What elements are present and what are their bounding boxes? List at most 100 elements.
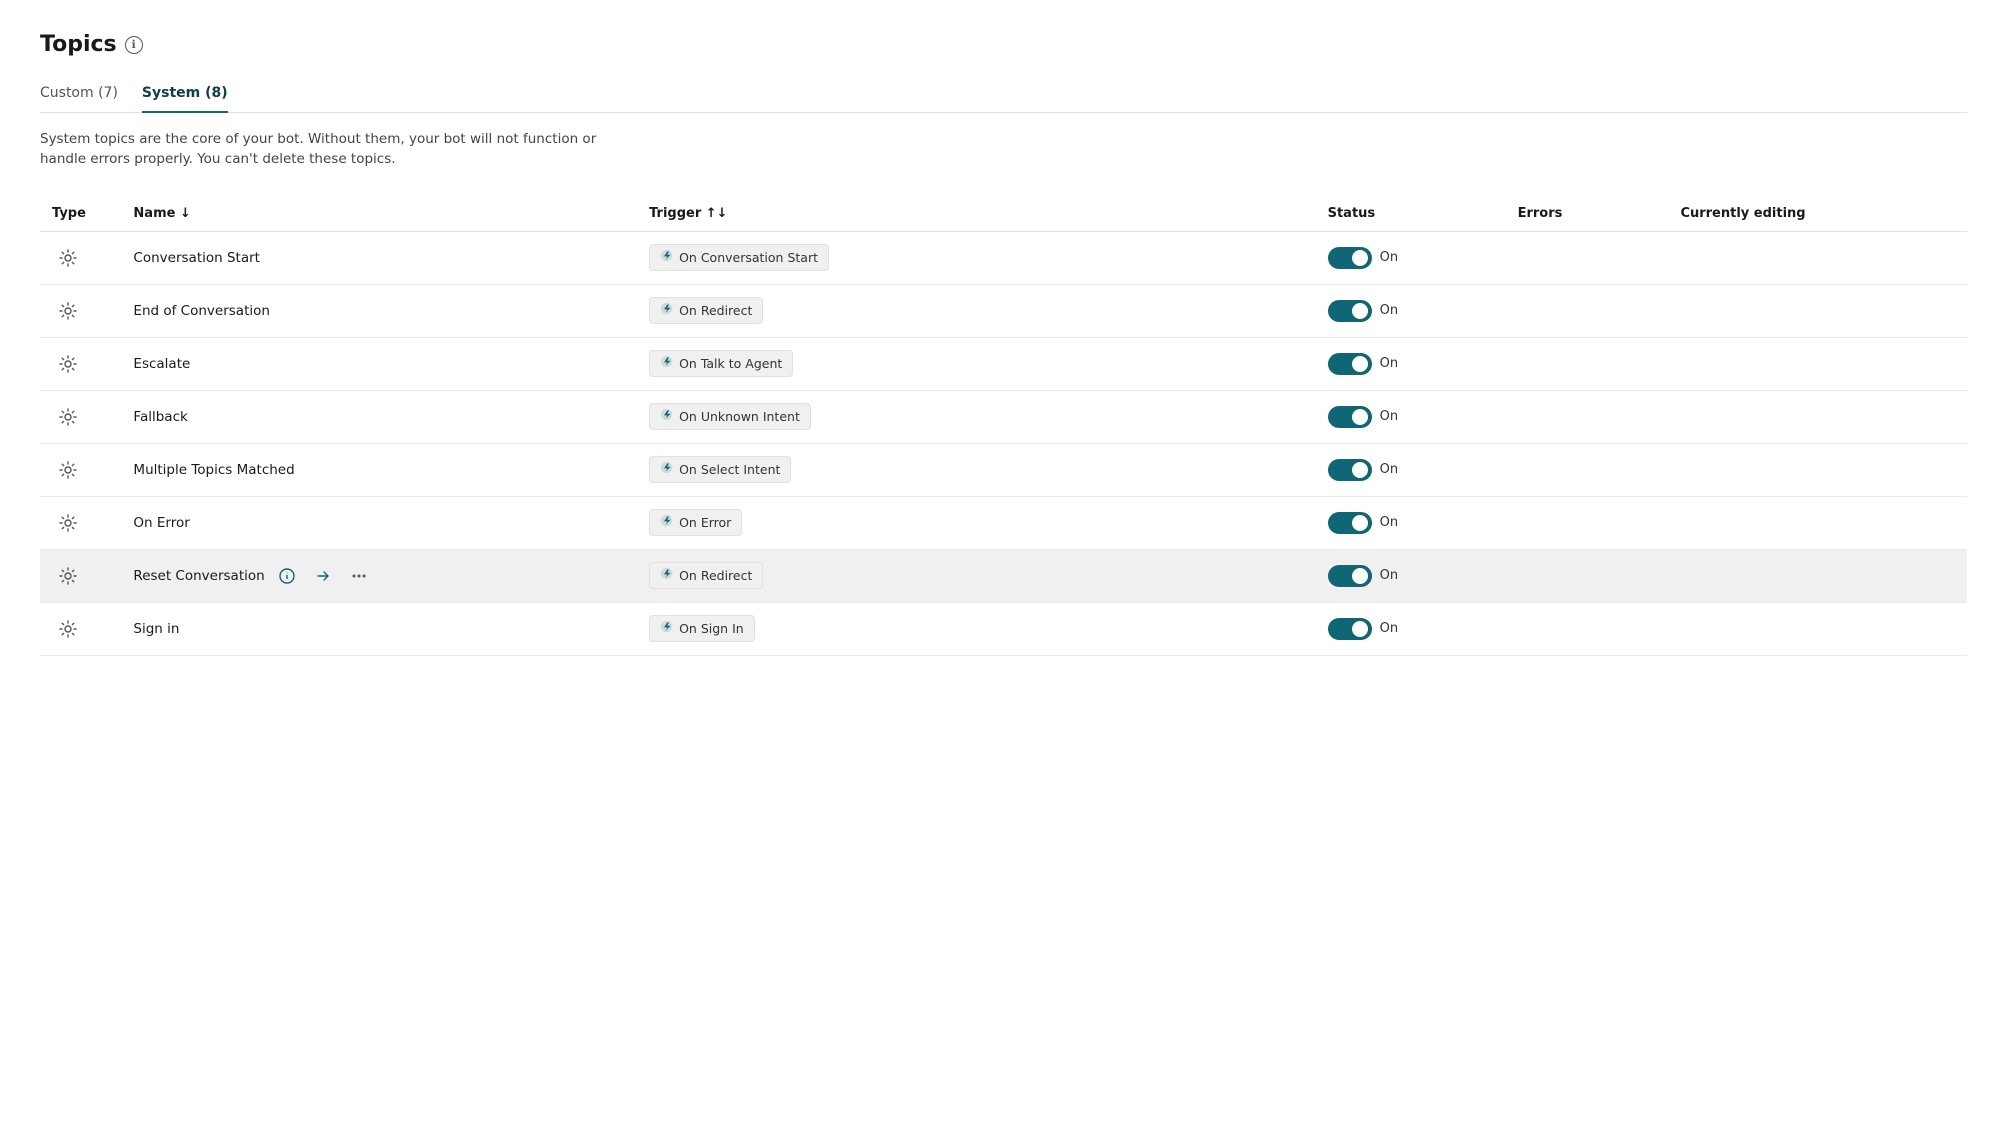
row-type-cell	[40, 231, 121, 284]
table-row[interactable]: Conversation Start On Conversation Start…	[40, 231, 1967, 284]
row-editing-cell	[1668, 443, 1967, 496]
row-type-cell	[40, 602, 121, 655]
toggle-wrapper: On	[1328, 618, 1494, 640]
status-toggle[interactable]	[1328, 459, 1372, 481]
row-name-cell: Reset Conversation	[121, 549, 637, 602]
row-trigger-cell: On Sign In	[637, 602, 1316, 655]
row-status-cell: On	[1316, 496, 1506, 549]
row-type-cell	[40, 443, 121, 496]
row-type-cell	[40, 337, 121, 390]
table-row[interactable]: Sign in On Sign In On	[40, 602, 1967, 655]
trigger-label: On Talk to Agent	[679, 356, 782, 371]
row-actions	[273, 562, 373, 590]
trigger-label: On Redirect	[679, 568, 752, 583]
topic-type-icon	[52, 295, 84, 327]
topic-type-icon	[52, 507, 84, 539]
tab-system[interactable]: System (8)	[142, 77, 228, 113]
trigger-badge: On Conversation Start	[649, 244, 829, 271]
row-errors-cell	[1506, 337, 1669, 390]
row-type-cell	[40, 549, 121, 602]
status-toggle[interactable]	[1328, 618, 1372, 640]
trigger-label: On Error	[679, 515, 731, 530]
row-info-button[interactable]	[273, 562, 301, 590]
topic-name: Fallback	[133, 409, 187, 425]
col-header-trigger[interactable]: Trigger ↑↓	[637, 198, 1316, 232]
topic-type-icon	[52, 454, 84, 486]
status-label: On	[1380, 409, 1398, 424]
topic-name: Sign in	[133, 621, 179, 637]
trigger-badge: On Redirect	[649, 297, 763, 324]
table-body: Conversation Start On Conversation Start…	[40, 231, 1967, 655]
table-row[interactable]: Multiple Topics Matched On Select Intent…	[40, 443, 1967, 496]
table-row[interactable]: End of Conversation On Redirect On	[40, 284, 1967, 337]
trigger-badge-icon	[660, 249, 673, 266]
status-toggle[interactable]	[1328, 512, 1372, 534]
toggle-wrapper: On	[1328, 247, 1494, 269]
toggle-wrapper: On	[1328, 512, 1494, 534]
trigger-badge-icon	[660, 514, 673, 531]
status-toggle[interactable]	[1328, 406, 1372, 428]
page-title: Topics	[40, 32, 117, 57]
row-name-cell: On Error	[121, 496, 637, 549]
row-name-cell: Multiple Topics Matched	[121, 443, 637, 496]
tab-custom[interactable]: Custom (7)	[40, 77, 118, 113]
status-toggle[interactable]	[1328, 300, 1372, 322]
trigger-badge-icon	[660, 408, 673, 425]
toggle-wrapper: On	[1328, 300, 1494, 322]
table-row[interactable]: On Error On Error On	[40, 496, 1967, 549]
row-errors-cell	[1506, 549, 1669, 602]
topics-table: Type Name ↓ Trigger ↑↓ Status Errors Cur…	[40, 198, 1967, 656]
col-header-errors: Errors	[1506, 198, 1669, 232]
topic-type-icon	[52, 242, 84, 274]
toggle-wrapper: On	[1328, 353, 1494, 375]
row-status-cell: On	[1316, 549, 1506, 602]
topic-name: On Error	[133, 515, 189, 531]
table-row[interactable]: Escalate On Talk to Agent On	[40, 337, 1967, 390]
row-trigger-cell: On Unknown Intent	[637, 390, 1316, 443]
status-toggle[interactable]	[1328, 565, 1372, 587]
topic-type-icon	[52, 401, 84, 433]
trigger-badge: On Unknown Intent	[649, 403, 811, 430]
row-trigger-cell: On Redirect	[637, 284, 1316, 337]
page-description: System topics are the core of your bot. …	[40, 129, 1967, 170]
row-more-button[interactable]	[345, 562, 373, 590]
status-label: On	[1380, 515, 1398, 530]
row-trigger-cell: On Talk to Agent	[637, 337, 1316, 390]
row-status-cell: On	[1316, 337, 1506, 390]
table-header-row: Type Name ↓ Trigger ↑↓ Status Errors Cur…	[40, 198, 1967, 232]
trigger-badge-icon	[660, 567, 673, 584]
row-type-cell	[40, 390, 121, 443]
row-editing-cell	[1668, 337, 1967, 390]
page-container: Topics ℹ Custom (7) System (8) System to…	[0, 0, 2007, 688]
row-name-cell: Conversation Start	[121, 231, 637, 284]
row-trigger-cell: On Error	[637, 496, 1316, 549]
status-toggle[interactable]	[1328, 353, 1372, 375]
row-errors-cell	[1506, 284, 1669, 337]
row-errors-cell	[1506, 602, 1669, 655]
trigger-badge: On Sign In	[649, 615, 755, 642]
row-type-cell	[40, 284, 121, 337]
title-info-icon[interactable]: ℹ	[125, 36, 143, 54]
trigger-badge: On Talk to Agent	[649, 350, 793, 377]
table-row[interactable]: Reset Conversation On Redirect	[40, 549, 1967, 602]
status-label: On	[1380, 462, 1398, 477]
row-editing-cell	[1668, 549, 1967, 602]
row-type-cell	[40, 496, 121, 549]
trigger-badge-icon	[660, 355, 673, 372]
trigger-label: On Conversation Start	[679, 250, 818, 265]
status-toggle[interactable]	[1328, 247, 1372, 269]
status-label: On	[1380, 250, 1398, 265]
row-trigger-cell: On Redirect	[637, 549, 1316, 602]
row-editing-cell	[1668, 231, 1967, 284]
table-row[interactable]: Fallback On Unknown Intent On	[40, 390, 1967, 443]
trigger-label: On Sign In	[679, 621, 744, 636]
trigger-label: On Redirect	[679, 303, 752, 318]
status-label: On	[1380, 621, 1398, 636]
topic-type-icon	[52, 560, 84, 592]
topic-name: Escalate	[133, 356, 190, 372]
row-errors-cell	[1506, 231, 1669, 284]
row-redirect-button[interactable]	[309, 562, 337, 590]
col-header-name[interactable]: Name ↓	[121, 198, 637, 232]
row-status-cell: On	[1316, 284, 1506, 337]
status-label: On	[1380, 568, 1398, 583]
